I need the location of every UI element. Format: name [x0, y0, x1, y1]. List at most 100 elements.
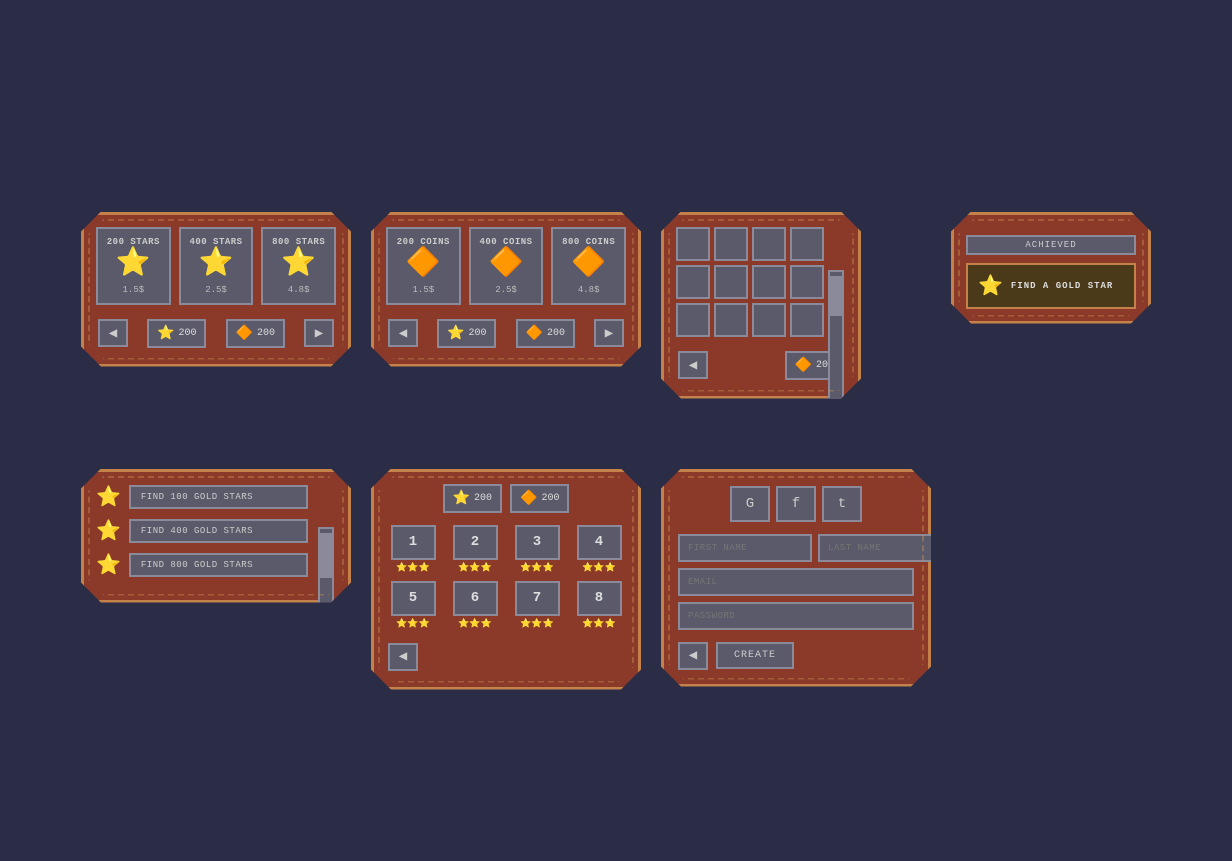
level-item-6[interactable]: 6 ⭐⭐⭐ [448, 581, 502, 629]
levels-stars-badge: ⭐ 200 [443, 484, 502, 513]
levels-title: Levels [455, 434, 557, 468]
shop3-cell[interactable] [714, 265, 748, 299]
coin-icon: 🔶 [795, 357, 812, 374]
level-item-3[interactable]: 3 ⭐⭐⭐ [510, 525, 564, 573]
shop3-cell[interactable] [790, 303, 824, 337]
shop2-item-2-icon: 🔶 [489, 251, 524, 279]
level-number-8: 8 [577, 581, 622, 616]
shop3-cell[interactable] [714, 303, 748, 337]
shop3-cell[interactable] [676, 265, 710, 299]
shop1-item-2-price: 2.5$ [205, 285, 227, 295]
achievement-list: ⭐ FIND 100 GOLD STARS ⭐ FIND 400 GOLD ST… [96, 484, 336, 578]
shop2-item-2-label: 400 COINS [479, 237, 532, 247]
reg-lastname-input[interactable] [818, 534, 952, 562]
shop3-cell[interactable] [752, 303, 786, 337]
shop2-item-1-label: 200 COINS [397, 237, 450, 247]
level-number-2: 2 [453, 525, 498, 560]
level-item-5[interactable]: 5 ⭐⭐⭐ [386, 581, 440, 629]
coin-icon: 🔶 [236, 325, 253, 342]
level-number-6: 6 [453, 581, 498, 616]
shop2-item-3[interactable]: 800 COINS 🔶 4.8$ [551, 227, 626, 305]
shop2-prev-btn[interactable]: ◀ [388, 319, 418, 347]
reg-password-input[interactable] [678, 602, 914, 630]
reg-email-input[interactable] [678, 568, 914, 596]
levels-grid: 1 ⭐⭐⭐ 2 ⭐⭐⭐ 3 ⭐⭐⭐ 4 ⭐⭐⭐ 5 ⭐⭐⭐ 6 ⭐⭐⭐ [386, 525, 626, 629]
shop1-item-2-icon: ⭐ [199, 251, 234, 279]
reg-create-btn[interactable]: CREATE [716, 642, 794, 669]
level-item-8[interactable]: 8 ⭐⭐⭐ [572, 581, 626, 629]
shop1-item-3-icon: ⭐ [281, 251, 316, 279]
achievement-item-3: ⭐ FIND 800 GOLD STARS [96, 552, 308, 578]
shop3-cell[interactable] [752, 227, 786, 261]
shop3-cell[interactable] [790, 227, 824, 261]
shop2-items: 200 COINS 🔶 1.5$ 400 COINS 🔶 2.5$ 800 CO… [386, 227, 626, 305]
levels-currency-row: ⭐ 200 🔶 200 [386, 484, 626, 513]
reg-facebook-btn[interactable]: f [776, 486, 816, 522]
achievement-label-1: FIND 100 GOLD STARS [129, 485, 308, 509]
shop3-cell[interactable] [714, 227, 748, 261]
reg-twitter-btn[interactable]: t [822, 486, 862, 522]
shop3-prev-btn[interactable]: ◀ [678, 351, 708, 379]
shop1-prev-btn[interactable]: ◀ [98, 319, 128, 347]
shop1-stars-badge: ⭐ 200 [147, 319, 206, 348]
achievement-item-2: ⭐ FIND 400 GOLD STARS [96, 518, 308, 544]
level-item-4[interactable]: 4 ⭐⭐⭐ [572, 525, 626, 573]
reg-prev-btn[interactable]: ◀ [678, 642, 708, 670]
coin-icon: 🔶 [520, 490, 537, 507]
levels-stars-count: 200 [474, 493, 492, 504]
shop1-item-1-price: 1.5$ [123, 285, 145, 295]
shop3-panel: Shop ◀ 🔶 200 [661, 212, 861, 399]
level-number-4: 4 [577, 525, 622, 560]
reg-google-btn[interactable]: G [730, 486, 770, 522]
level-stars-7: ⭐⭐⭐ [520, 619, 554, 629]
shop2-item-2[interactable]: 400 COINS 🔶 2.5$ [469, 227, 544, 305]
shop1-next-btn[interactable]: ▶ [304, 319, 334, 347]
notification-panel: Notification ACHIEVED ⭐ FIND A GOLD STAR [951, 212, 1151, 324]
shop3-cell[interactable] [790, 265, 824, 299]
achievement-item-1: ⭐ FIND 100 GOLD STARS [96, 484, 308, 510]
level-item-7[interactable]: 7 ⭐⭐⭐ [510, 581, 564, 629]
shop1-item-3[interactable]: 800 STARS ⭐ 4.8$ [261, 227, 336, 305]
shop1-item-2-label: 400 STARS [189, 237, 242, 247]
shop3-cell[interactable] [676, 227, 710, 261]
level-stars-6: ⭐⭐⭐ [458, 619, 492, 629]
shop1-item-2[interactable]: 400 STARS ⭐ 2.5$ [179, 227, 254, 305]
shop3-scrollbar[interactable] [828, 270, 844, 400]
levels-coins-count: 200 [541, 493, 559, 504]
level-number-7: 7 [515, 581, 560, 616]
level-item-2[interactable]: 2 ⭐⭐⭐ [448, 525, 502, 573]
shop3-cell[interactable] [676, 303, 710, 337]
notification-title: Notification [954, 177, 1113, 211]
shop1-stars-count: 200 [178, 328, 196, 339]
level-stars-2: ⭐⭐⭐ [458, 563, 492, 573]
shop1-panel: Shop 200 STARS ⭐ 1.5$ 400 STARS ⭐ 2.5$ 8… [81, 212, 351, 367]
achievement-star-icon: ⭐ [96, 518, 121, 544]
shop1-coins-count: 200 [257, 328, 275, 339]
shop1-items: 200 STARS ⭐ 1.5$ 400 STARS ⭐ 2.5$ 800 ST… [96, 227, 336, 305]
shop2-item-1[interactable]: 200 COINS 🔶 1.5$ [386, 227, 461, 305]
achievements-scrollbar[interactable] [318, 527, 334, 687]
shop2-item-3-icon: 🔶 [571, 251, 606, 279]
shop2-stars-count: 200 [468, 328, 486, 339]
shop3-cell[interactable] [752, 265, 786, 299]
shop1-item-3-price: 4.8$ [288, 285, 310, 295]
levels-prev-btn[interactable]: ◀ [388, 643, 418, 671]
shop1-coins-badge: 🔶 200 [226, 319, 285, 348]
shop1-item-3-label: 800 STARS [272, 237, 325, 247]
reg-bottom-row: ◀ CREATE [678, 642, 914, 670]
star-icon: ⭐ [157, 325, 174, 342]
shop2-panel: Shop 200 COINS 🔶 1.5$ 400 COINS 🔶 2.5$ 8… [371, 212, 641, 367]
shop1-item-1[interactable]: 200 STARS ⭐ 1.5$ [96, 227, 171, 305]
shop2-item-1-icon: 🔶 [406, 251, 441, 279]
shop1-item-1-label: 200 STARS [107, 237, 160, 247]
shop2-stars-badge: ⭐ 200 [437, 319, 496, 348]
reg-firstname-input[interactable] [678, 534, 812, 562]
shop3-grid [676, 227, 822, 337]
level-number-3: 3 [515, 525, 560, 560]
levels-nav: ◀ [386, 639, 626, 675]
shop2-currency-row: ◀ ⭐ 200 🔶 200 ▶ [386, 315, 626, 352]
shop2-title: Shop [464, 177, 548, 211]
level-stars-3: ⭐⭐⭐ [520, 563, 554, 573]
shop2-next-btn[interactable]: ▶ [594, 319, 624, 347]
level-item-1[interactable]: 1 ⭐⭐⭐ [386, 525, 440, 573]
